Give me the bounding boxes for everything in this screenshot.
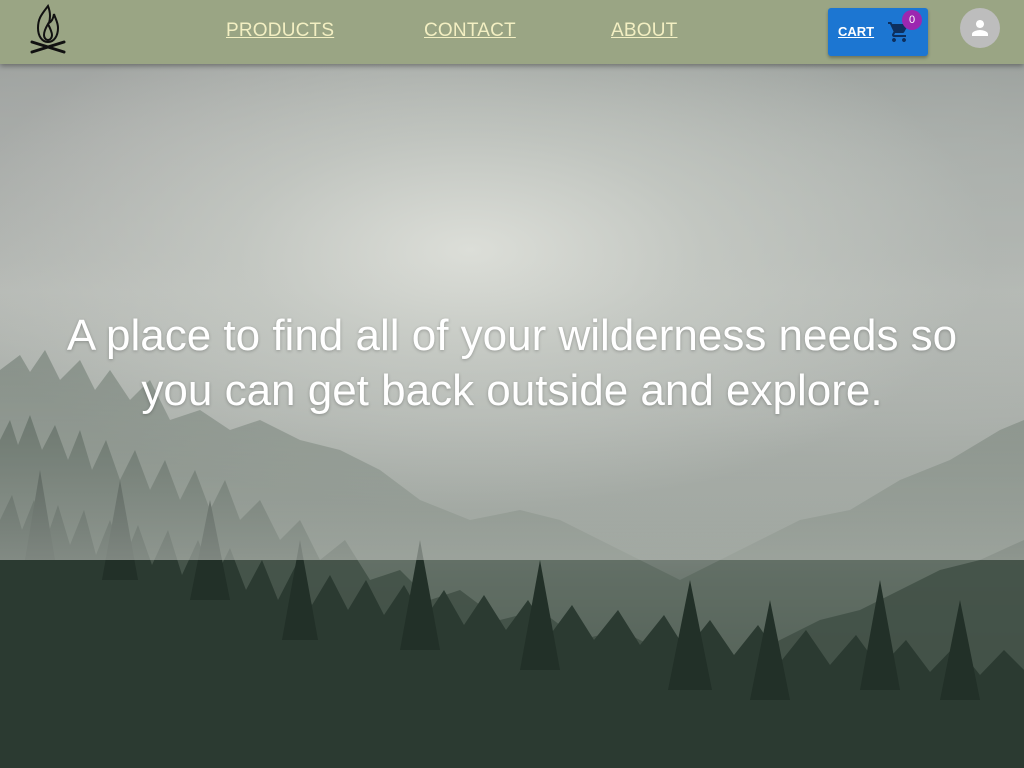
cart-count-badge: 0: [902, 10, 922, 30]
nav-link-contact[interactable]: CONTACT: [424, 20, 516, 42]
hero-tagline: A place to find all of your wilderness n…: [66, 311, 958, 415]
cart-button[interactable]: CART 0: [828, 8, 928, 56]
user-avatar[interactable]: [960, 8, 1000, 48]
person-icon: [972, 20, 988, 36]
nav-link-products[interactable]: PRODUCTS: [226, 20, 334, 42]
landing-page: PRODUCTS CONTACT ABOUT CART 0 A place to…: [0, 0, 1024, 768]
top-navbar: PRODUCTS CONTACT ABOUT CART 0: [0, 0, 1024, 64]
campfire-logo-icon[interactable]: [28, 3, 68, 56]
nav-link-about[interactable]: ABOUT: [611, 20, 677, 42]
cart-label: CART: [838, 24, 875, 39]
